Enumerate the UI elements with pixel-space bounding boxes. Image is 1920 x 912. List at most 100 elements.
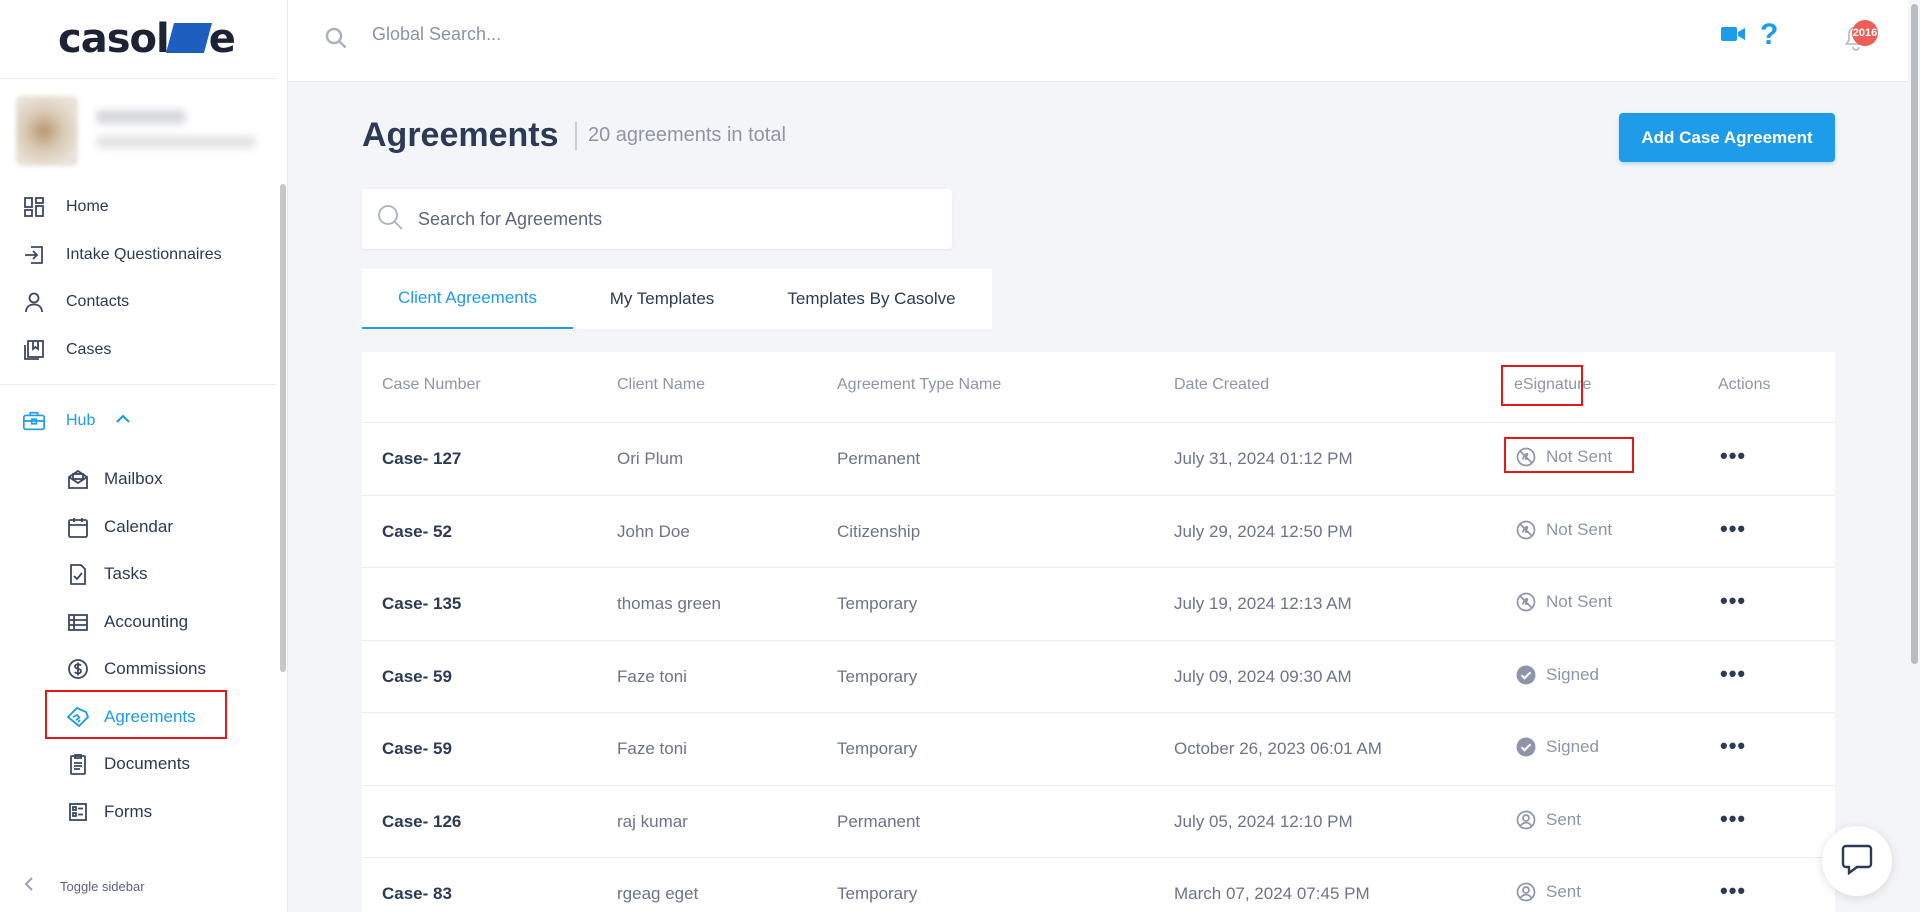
cell-case[interactable]: Case- 126 [382,812,461,832]
agreements-count: 20 agreements in total [588,124,786,146]
user-profile[interactable] [16,92,256,168]
row-actions-menu-icon[interactable]: ••• [1720,516,1746,542]
agreements-search-input[interactable]: Search for Agreements [362,189,952,249]
sidebar-item-calendar[interactable]: Calendar [66,509,173,545]
sidebar-item-label: Documents [104,754,190,773]
search-icon [376,203,404,236]
video-camera-icon[interactable] [1720,24,1746,49]
add-case-agreement-button[interactable]: Add Case Agreement [1619,113,1835,162]
sidebar-item-documents[interactable]: Documents [66,746,190,782]
cell-case[interactable]: Case- 59 [382,739,452,759]
table-row[interactable]: Case- 59 Faze toni Temporary October 26, 20… [362,712,1835,785]
cell-type: Permanent [837,449,921,468]
mailbox-icon [66,467,90,491]
chevron-up-icon[interactable] [115,412,131,430]
cell-type: Temporary [837,884,918,903]
column-header-agreement-type[interactable]: Agreement Type Name [837,376,1001,394]
row-actions-menu-icon[interactable]: ••• [1720,878,1746,904]
toggle-sidebar-button[interactable]: Toggle sidebar [24,876,145,897]
column-header-client-name[interactable]: Client Name [617,376,705,394]
cell-case[interactable]: Case- 59 [382,667,452,687]
sidebar-item-label: Contacts [66,293,130,310]
sidebar-item-tasks[interactable]: Tasks [66,556,147,592]
sidebar-item-label: Calendar [104,517,173,536]
cell-case[interactable]: Case- 52 [382,522,452,542]
cell-date: July 31, 2024 01:12 PM [1174,449,1353,468]
esignature-status: Not Sent [1516,592,1612,612]
cell-type: Temporary [837,594,918,613]
table-row[interactable]: Case- 126 raj kumar Permanent July 05, 2024… [362,784,1835,858]
table-row[interactable]: Case- 127 Ori Plum Permanent July 31, 2024 … [362,422,1835,495]
task-file-icon [66,562,90,586]
esignature-status: Not Sent [1516,520,1612,540]
hub-label: Hub [66,412,96,429]
sidebar-item-forms[interactable]: Forms [66,794,152,830]
sidebar-item-label: Intake Questionnaires [66,246,222,263]
sidebar-item-accounting[interactable]: Accounting [66,604,188,640]
page-scrollbar[interactable] [1908,0,1920,912]
sidebar-item-intake-questionnaires[interactable]: Intake Questionnaires [22,237,222,273]
table-row[interactable]: Case- 83 rgeag eget Temporary March 07, 202… [362,857,1835,912]
esignature-label: Not Sent [1546,519,1613,539]
cell-client: John Doe [617,521,690,541]
row-actions-menu-icon[interactable]: ••• [1720,733,1746,759]
chat-button[interactable] [1822,826,1892,896]
row-actions-menu-icon[interactable]: ••• [1720,661,1746,687]
column-header-date-created[interactable]: Date Created [1174,376,1269,394]
cell-date: October 26, 2023 06:01 AM [1174,739,1382,758]
highlight-box [1504,437,1634,473]
table-row[interactable]: Case- 135 thomas green Temporary July 19, 2… [362,567,1835,640]
sidebar-item-contacts[interactable]: Contacts [22,284,129,320]
scrollbar-thumb[interactable] [1911,4,1918,664]
table-row[interactable]: Case- 52 John Doe Citizenship July 29, 2024… [362,494,1835,568]
cell-client: thomas green [617,594,721,613]
divider [0,78,276,79]
cell-case[interactable]: Case- 135 [382,594,461,614]
row-actions-menu-icon[interactable]: ••• [1720,443,1746,469]
tab-my-templates[interactable]: My Templates [573,269,751,329]
cell-case[interactable]: Case- 83 [382,884,452,904]
top-bar: Global Search... ? 2016 [288,0,1920,82]
esignature-status: Signed [1516,737,1599,757]
logo-text-end: e [208,16,236,62]
esignature-label: Signed [1546,737,1599,756]
sidebar-item-commissions[interactable]: Commissions [66,651,206,687]
sidebar-item-cases[interactable]: Cases [22,332,111,368]
search-icon [324,26,348,55]
toolbox-icon [22,409,46,433]
logo[interactable]: casol e [0,0,287,78]
esignature-label: Sent [1546,809,1581,829]
not-sent-icon [1516,520,1536,540]
global-search-input[interactable]: Global Search... [372,24,501,45]
cell-date: March 07, 2024 07:45 PM [1174,884,1370,903]
tab-templates-by-casolve[interactable]: Templates By Casolve [751,269,992,329]
highlight-box [45,690,227,739]
table-row[interactable]: Case- 59 Faze toni Temporary July 09, 2024 … [362,639,1835,713]
person-icon [22,290,46,314]
row-actions-menu-icon[interactable]: ••• [1720,806,1746,832]
cell-client: Ori Plum [617,449,684,468]
chat-bubble-icon [1840,843,1874,880]
column-header-case-number[interactable]: Case Number [382,376,481,394]
tab-client-agreements[interactable]: Client Agreements [362,269,573,329]
sidebar-item-label: Cases [66,341,112,358]
sidebar-item-hub[interactable]: Hub [22,403,131,439]
sidebar-item-label: Forms [104,802,153,821]
sidebar-item-mailbox[interactable]: Mailbox [66,461,163,497]
sign-in-icon [22,243,46,267]
agreements-table: Case Number Client Name Agreement Type N… [362,352,1835,912]
profile-email-blurred [96,136,256,148]
cell-date: July 29, 2024 12:50 PM [1174,521,1353,541]
esignature-status: Sent [1516,882,1581,902]
sidebar-item-home[interactable]: Home [22,189,109,225]
profile-name-blurred [96,110,186,124]
sidebar-scrollbar[interactable] [280,184,286,672]
cell-client: rgeag eget [617,884,699,903]
logo-flag-icon [165,23,212,53]
row-actions-menu-icon[interactable]: ••• [1720,588,1746,614]
cell-case[interactable]: Case- 127 [382,449,461,469]
cell-type: Temporary [837,739,918,758]
notification-badge: 2016 [1852,20,1878,46]
help-icon[interactable]: ? [1760,18,1778,52]
avatar[interactable] [16,96,78,166]
